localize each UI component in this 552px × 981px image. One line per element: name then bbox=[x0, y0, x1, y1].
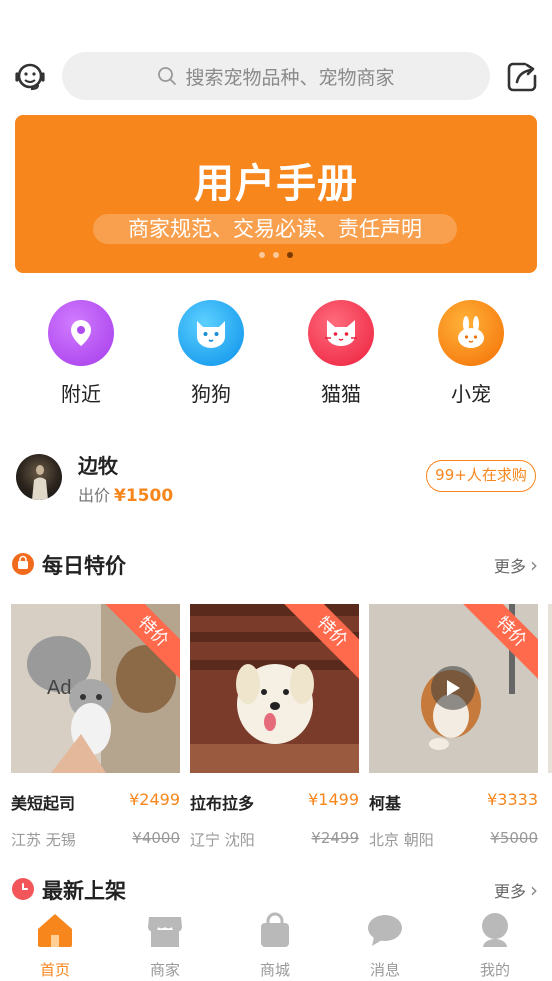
product-image bbox=[548, 604, 552, 773]
daily-deals-list: Ad 特价 美短起司 ¥2499 江苏 无锡 ¥4000 特价 拉布拉多 ¥14… bbox=[0, 604, 552, 854]
category-label: 猫猫 bbox=[321, 382, 361, 406]
product-original-price: ¥4000 bbox=[132, 829, 180, 847]
bottom-tab-bar: 首页 商家 商城 消息 我的 bbox=[0, 905, 552, 981]
product-price: ¥1499 bbox=[308, 790, 359, 809]
clock-icon bbox=[12, 878, 34, 900]
product-name: 美短起司 bbox=[11, 794, 76, 813]
tab-messages[interactable]: 消息 bbox=[330, 905, 440, 980]
search-input[interactable]: 搜索宠物品种、宠物商家 bbox=[62, 52, 490, 100]
category-cats[interactable]: 猫猫 bbox=[286, 300, 396, 407]
product-card[interactable]: Ad 特价 美短起司 ¥2499 江苏 无锡 ¥4000 bbox=[11, 604, 180, 849]
dog-icon bbox=[178, 300, 244, 366]
product-image: Ad 特价 bbox=[11, 604, 180, 773]
product-location: 北京 朝阳 bbox=[369, 831, 434, 849]
buyers-count-badge[interactable]: 99+人在求购 bbox=[426, 460, 536, 492]
section-title: 最新上架 bbox=[42, 879, 126, 903]
tab-profile[interactable]: 我的 bbox=[440, 905, 550, 980]
new-arrivals-header: 最新上架 更多 › bbox=[0, 873, 552, 905]
category-label: 附近 bbox=[61, 382, 101, 406]
product-card[interactable]: 特价 柯基 ¥3333 北京 朝阳 ¥5000 bbox=[369, 604, 538, 849]
more-label: 更多 bbox=[493, 882, 526, 901]
location-pin-icon bbox=[48, 300, 114, 366]
banner-user-manual[interactable]: 用户手册 商家规范、交易必读、责任声明 bbox=[15, 115, 537, 273]
section-title: 每日特价 bbox=[42, 554, 126, 578]
product-image: 特价 bbox=[190, 604, 359, 773]
product-card[interactable]: 特价 拉布拉多 ¥1499 辽宁 沈阳 ¥2499 bbox=[190, 604, 359, 849]
category-dogs[interactable]: 狗狗 bbox=[156, 300, 266, 407]
daily-deals-header: 每日特价 更多 › bbox=[0, 548, 552, 580]
share-icon[interactable] bbox=[505, 60, 539, 94]
category-label: 小宠 bbox=[451, 382, 491, 406]
carousel-dot bbox=[273, 252, 279, 258]
product-price: ¥3333 bbox=[487, 790, 538, 809]
search-icon bbox=[158, 67, 177, 85]
customer-service-icon[interactable] bbox=[12, 58, 48, 94]
buy-request-price: 出价 ¥1500 bbox=[78, 482, 173, 506]
category-row: 附近 狗狗 猫猫 小宠 bbox=[0, 300, 552, 410]
profile-icon bbox=[482, 913, 508, 947]
product-original-price: ¥2499 bbox=[311, 829, 359, 847]
category-nearby[interactable]: 附近 bbox=[26, 300, 136, 407]
home-icon bbox=[38, 914, 72, 947]
shopping-bag-icon bbox=[12, 553, 34, 575]
product-name: 拉布拉多 bbox=[190, 794, 255, 813]
carousel-dot-active bbox=[287, 252, 293, 258]
tab-mall[interactable]: 商城 bbox=[220, 905, 330, 980]
product-location: 辽宁 沈阳 bbox=[190, 831, 255, 849]
cat-icon bbox=[308, 300, 374, 366]
carousel-indicator bbox=[15, 252, 537, 258]
category-label: 狗狗 bbox=[191, 382, 231, 406]
play-video-icon[interactable] bbox=[431, 666, 475, 710]
price-amount: ¥1500 bbox=[114, 486, 174, 506]
tab-home[interactable]: 首页 bbox=[0, 905, 110, 980]
daily-deals-more-link[interactable]: 更多 › bbox=[494, 553, 538, 577]
category-small-pets[interactable]: 小宠 bbox=[416, 300, 526, 407]
tab-label: 消息 bbox=[369, 961, 400, 979]
product-location: 江苏 无锡 bbox=[11, 831, 76, 849]
tab-label: 商家 bbox=[149, 961, 180, 979]
search-row: 搜索宠物品种、宠物商家 bbox=[0, 52, 552, 100]
product-name: 柯基 bbox=[369, 794, 402, 813]
message-icon bbox=[368, 915, 402, 946]
more-label: 更多 bbox=[493, 557, 526, 576]
avatar bbox=[16, 454, 62, 500]
product-original-price: ¥5000 bbox=[490, 829, 538, 847]
carousel-dot bbox=[259, 252, 265, 258]
price-label: 出价 bbox=[78, 486, 111, 505]
rabbit-icon bbox=[438, 300, 504, 366]
buy-request-breed: 边牧 bbox=[78, 454, 118, 478]
banner-subtitle: 商家规范、交易必读、责任声明 bbox=[93, 214, 457, 244]
svg-text:Ad: Ad bbox=[47, 677, 71, 699]
tab-merchants[interactable]: 商家 bbox=[110, 905, 220, 980]
shopping-bag-icon bbox=[261, 912, 289, 947]
chevron-right-icon: › bbox=[530, 878, 538, 902]
chevron-right-icon: › bbox=[530, 553, 538, 577]
search-placeholder: 搜索宠物品种、宠物商家 bbox=[185, 66, 395, 89]
banner-title: 用户手册 bbox=[194, 161, 358, 207]
shop-icon bbox=[148, 917, 182, 947]
buy-request-item[interactable]: 边牧 出价 ¥1500 99+人在求购 bbox=[0, 448, 552, 508]
tab-label: 我的 bbox=[479, 961, 510, 979]
product-card-partial[interactable] bbox=[548, 604, 552, 773]
product-price: ¥2499 bbox=[129, 790, 180, 809]
product-image: 特价 bbox=[369, 604, 538, 773]
tab-label: 商城 bbox=[259, 961, 290, 979]
new-arrivals-more-link[interactable]: 更多 › bbox=[494, 878, 538, 902]
tab-label: 首页 bbox=[39, 961, 70, 979]
